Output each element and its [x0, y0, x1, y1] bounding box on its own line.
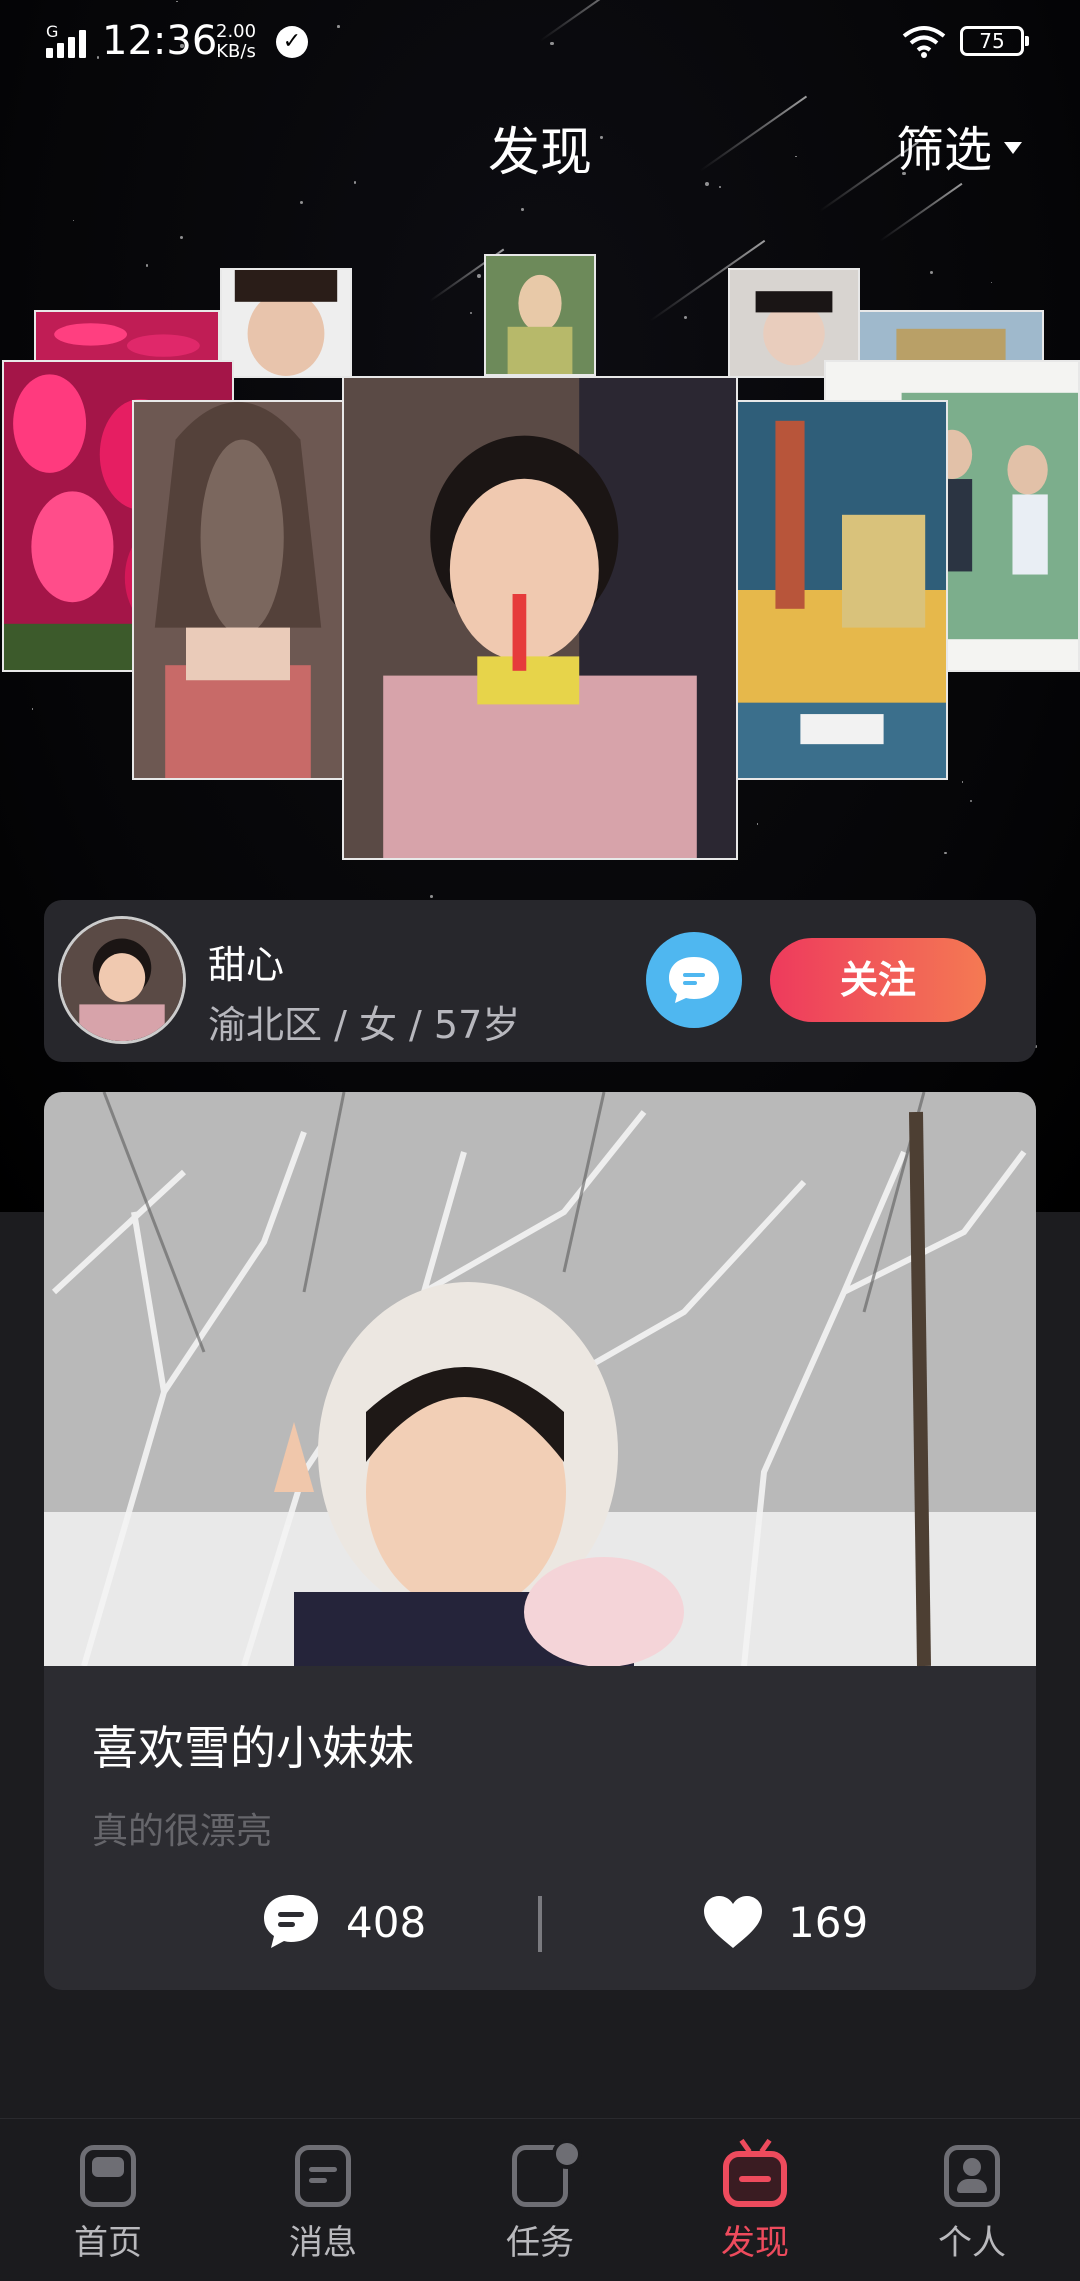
clock: 12:36 [102, 18, 218, 64]
carousel-photo[interactable] [220, 268, 352, 378]
network-speed: 2.00 KB/s [216, 22, 256, 62]
comment-icon [264, 1895, 318, 1948]
post-title: 喜欢雪的小妹妹 [92, 1721, 414, 1775]
user-name: 甜心 [208, 943, 285, 987]
chat-bubble-icon [669, 957, 719, 1003]
nav-item-home[interactable]: 首页 [48, 2145, 168, 2264]
speed-value: 2.00 [216, 21, 257, 42]
task-icon [512, 2139, 582, 2207]
nav-label: 消息 [289, 2223, 357, 2263]
carousel-photo[interactable] [736, 400, 948, 780]
status-bar: G 12:36 2.00 KB/s ✓ 75 [0, 0, 1080, 90]
star [719, 186, 721, 189]
avatar[interactable] [58, 916, 186, 1044]
nav-item-profile[interactable]: 个人 [912, 2145, 1032, 2264]
profile-icon [944, 2145, 1000, 2207]
post-photo[interactable] [44, 1092, 1036, 1666]
discover-tv-icon [723, 2138, 787, 2207]
nav-label: 任务 [506, 2223, 574, 2263]
bottom-nav: 首页 消息 任务 发现 个人 [0, 2118, 1080, 2281]
user-info: 渝北区 / 女 / 57岁 [208, 1003, 521, 1047]
carousel-photo[interactable] [132, 400, 344, 780]
home-icon [80, 2145, 136, 2207]
nav-label: 首页 [74, 2223, 142, 2263]
nav-item-tasks[interactable]: 任务 [480, 2139, 600, 2264]
carousel-photo[interactable] [484, 254, 596, 376]
nav-label: 个人 [938, 2223, 1006, 2263]
star [756, 823, 759, 825]
star [521, 207, 525, 211]
message-icon [295, 2145, 351, 2207]
nav-item-messages[interactable]: 消息 [263, 2145, 383, 2264]
post-card[interactable]: 喜欢雪的小妹妹 真的很漂亮 408 169 [44, 1092, 1036, 1990]
like-count: 169 [788, 1897, 869, 1947]
signal-icon: G [46, 22, 90, 58]
dropdown-arrow-icon [1004, 142, 1022, 154]
like-button[interactable]: 169 [702, 1882, 868, 1962]
post-stats: 408 169 [44, 1882, 1036, 1962]
carousel-photo-featured[interactable] [342, 376, 738, 860]
comment-count: 408 [346, 1897, 427, 1947]
speed-unit: KB/s [216, 41, 256, 62]
wifi-icon [902, 26, 946, 58]
star [944, 851, 947, 855]
follow-button[interactable]: 关注 [770, 938, 986, 1022]
filter-button[interactable]: 筛选 [896, 110, 1022, 180]
stats-divider [538, 1896, 542, 1952]
chat-button[interactable] [646, 932, 742, 1028]
battery-icon: 75 [960, 26, 1029, 56]
heart-icon [704, 1896, 762, 1948]
comment-button[interactable]: 408 [260, 1882, 426, 1962]
user-card[interactable]: 甜心 渝北区 / 女 / 57岁 关注 [44, 900, 1036, 1062]
post-subtitle: 真的很漂亮 [92, 1811, 273, 1852]
nav-label: 发现 [721, 2223, 789, 2263]
check-circle-icon: ✓ [276, 26, 308, 58]
filter-label: 筛选 [895, 122, 992, 178]
nav-item-discover[interactable]: 发现 [695, 2138, 815, 2264]
